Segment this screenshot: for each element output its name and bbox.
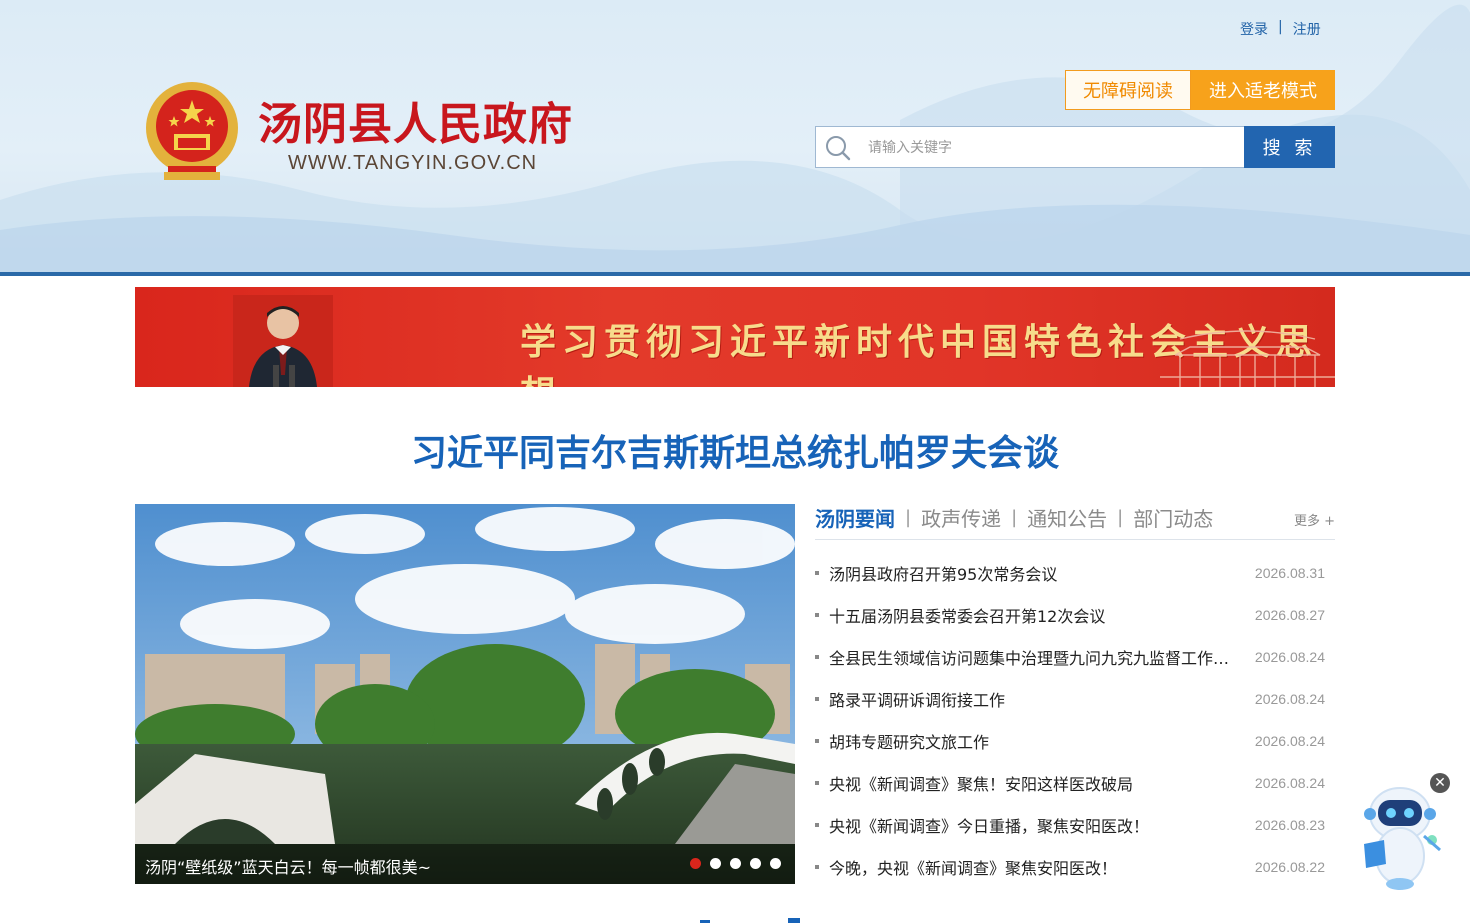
news-title[interactable]: 路录平调研诉调衔接工作 [829,687,1234,711]
accessible-reading-button[interactable]: 无障碍阅读 [1065,70,1191,110]
news-item[interactable]: 胡玮专题研究文旅工作 2026.08.24 [815,720,1335,762]
news-title[interactable]: 胡玮专题研究文旅工作 [829,729,1234,753]
news-date: 2026.08.23 [1254,817,1325,833]
tab-tangyin-news[interactable]: 汤阴要闻 [815,503,895,540]
news-title[interactable]: 央视《新闻调查》今日重播，聚焦安阳医改！ [829,813,1234,837]
slide-dot-4[interactable] [750,858,761,869]
leader-photo [233,295,333,387]
tab-notices[interactable]: 通知公告 [1027,503,1107,540]
bullet [815,865,819,869]
bullet [815,823,819,827]
slide-dots [690,858,781,869]
more-link[interactable]: 更多 + [1294,510,1335,529]
national-emblem-logo[interactable] [144,80,240,184]
site-title[interactable]: 汤阴县人民政府 [258,88,573,152]
tab-separator: | [905,507,912,528]
robot-assistant-icon[interactable] [1358,784,1446,892]
site-url: WWW.TANGYIN.GOV.CN [288,152,538,174]
next-section-heading-peek [700,918,800,923]
slide-photo [135,504,795,884]
header-divider [0,272,1470,276]
photo-slideshow[interactable]: 汤阴“壁纸级”蓝天白云！每一帧都很美~ [135,504,795,884]
slide-caption-bar: 汤阴“壁纸级”蓝天白云！每一帧都很美~ [135,844,795,884]
news-list: 汤阴县政府召开第95次常务会议 2026.08.31 十五届汤阴县委常委会召开第1… [815,552,1335,888]
bullet [815,613,819,617]
slide-caption[interactable]: 汤阴“壁纸级”蓝天白云！每一帧都很美~ [145,854,431,878]
tiananmen-illustration [1160,330,1335,387]
slide-dot-2[interactable] [710,858,721,869]
top-headline[interactable]: 习近平同吉尔吉斯斯坦总统扎帕罗夫会谈 [0,424,1470,476]
bullet [815,697,819,701]
tab-department-news[interactable]: 部门动态 [1133,503,1213,540]
register-link[interactable]: 注册 [1293,19,1321,39]
news-title[interactable]: 汤阴县政府召开第95次常务会议 [829,561,1234,585]
search-button[interactable]: 搜 索 [1244,126,1335,168]
news-title[interactable]: 全县民生领域信访问题集中治理暨九问九究九监督工作… [829,645,1234,669]
news-item[interactable]: 汤阴县政府召开第95次常务会议 2026.08.31 [815,552,1335,594]
news-item[interactable]: 路录平调研诉调衔接工作 2026.08.24 [815,678,1335,720]
news-title[interactable]: 十五届汤阴县委常委会召开第12次会议 [829,603,1234,627]
news-date: 2026.08.31 [1254,565,1325,581]
login-link[interactable]: 登录 [1240,19,1268,39]
tab-policy-voice[interactable]: 政声传递 [921,503,1001,540]
news-title[interactable]: 今晚，央视《新闻调查》聚焦安阳医改！ [829,855,1234,879]
tab-separator: | [1117,507,1124,528]
news-panel: 汤阴要闻 | 政声传递 | 通知公告 | 部门动态 更多 + 汤阴县政府召开第9… [815,504,1335,884]
news-title[interactable]: 央视《新闻调查》聚焦！安阳这样医改破局 [829,771,1234,795]
bullet [815,655,819,659]
news-item[interactable]: 十五届汤阴县委常委会召开第12次会议 2026.08.27 [815,594,1335,636]
news-item[interactable]: 央视《新闻调查》聚焦！安阳这样医改破局 2026.08.24 [815,762,1335,804]
news-date: 2026.08.22 [1254,859,1325,875]
news-item[interactable]: 今晚，央视《新闻调查》聚焦安阳医改！ 2026.08.22 [815,846,1335,888]
bullet [815,739,819,743]
tab-separator: | [1011,507,1018,528]
news-item[interactable]: 全县民生领域信访问题集中治理暨九问九究九监督工作… 2026.08.24 [815,636,1335,678]
elder-mode-button[interactable]: 进入适老模式 [1191,70,1335,110]
slide-dot-3[interactable] [730,858,741,869]
news-date: 2026.08.24 [1254,733,1325,749]
news-date: 2026.08.24 [1254,691,1325,707]
search-icon [826,136,851,161]
news-tabs: 汤阴要闻 | 政声传递 | 通知公告 | 部门动态 更多 + [815,504,1335,540]
login-separator: | [1278,19,1283,35]
slide-dot-5[interactable] [770,858,781,869]
news-date: 2026.08.27 [1254,607,1325,623]
search-input[interactable] [860,127,1240,167]
study-banner[interactable]: 学习贯彻习近平新时代中国特色社会主义思想 [135,287,1335,387]
slide-dot-1[interactable] [690,858,701,869]
news-date: 2026.08.24 [1254,775,1325,791]
news-item[interactable]: 央视《新闻调查》今日重播，聚焦安阳医改！ 2026.08.23 [815,804,1335,846]
bullet [815,781,819,785]
bullet [815,571,819,575]
login-bar: 登录 | 注册 [1240,19,1321,39]
news-date: 2026.08.24 [1254,649,1325,665]
search-box [815,126,1245,168]
